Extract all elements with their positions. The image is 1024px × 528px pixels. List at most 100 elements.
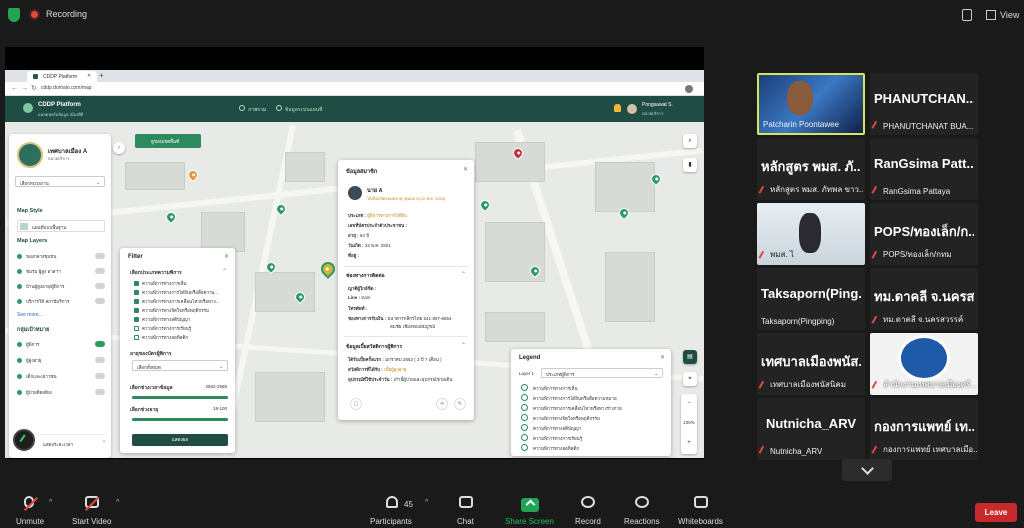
disability-checkbox[interactable]: ความพิการทางการเห็น bbox=[134, 280, 230, 288]
layer-toggle[interactable] bbox=[95, 253, 105, 259]
search-icon[interactable]: ⌕ bbox=[683, 134, 697, 148]
fullscreen-icon[interactable] bbox=[962, 9, 972, 21]
close-filter-icon[interactable]: ✕ bbox=[224, 253, 229, 260]
period-slider[interactable] bbox=[132, 396, 228, 399]
close-legend-icon[interactable]: ✕ bbox=[660, 354, 665, 361]
share-screen-icon[interactable] bbox=[521, 498, 539, 512]
layers-icon[interactable]: ▤ bbox=[683, 350, 697, 364]
user-name[interactable]: Pongsawat S. bbox=[642, 102, 673, 108]
view-button[interactable]: View bbox=[1000, 10, 1019, 20]
target-row[interactable]: ผู้ป่วยติดเตียง bbox=[17, 388, 105, 398]
participant-tile[interactable]: พมส. ไ bbox=[757, 203, 865, 265]
grid-view-icon[interactable] bbox=[986, 10, 996, 20]
user-avatar[interactable] bbox=[627, 104, 637, 114]
security-shield-icon[interactable] bbox=[8, 8, 20, 22]
layer-toggle[interactable] bbox=[95, 283, 105, 289]
disability-checkbox[interactable]: ความพิการทางสติปัญญา bbox=[134, 316, 230, 324]
leave-button[interactable]: Leave bbox=[975, 503, 1017, 522]
target-toggle[interactable] bbox=[95, 389, 105, 395]
map-marker[interactable] bbox=[477, 197, 493, 213]
target-toggle[interactable] bbox=[95, 341, 105, 347]
layer-row[interactable]: ของกลางชุมชน bbox=[17, 252, 105, 262]
chevron-up-icon[interactable]: ⌃ bbox=[222, 268, 227, 275]
participant-tile[interactable]: PHANUTCHAN... PHANUTCHANAT BUA... bbox=[870, 73, 978, 135]
unmute-button[interactable]: Unmute bbox=[14, 490, 48, 528]
url-field[interactable]: cddp.domain.com/map bbox=[41, 85, 92, 91]
nav-map-system[interactable]: ข้อมูลระบบแผนที่ bbox=[285, 106, 322, 114]
participant-tile[interactable]: ทม.ดาคลี จ.นครส... ทม.ดาคลี จ.นครสวรรค์ bbox=[870, 268, 978, 330]
layer-row[interactable]: บ้านผู้สูงอายุ/ผู้พิการ bbox=[17, 282, 105, 292]
participant-display-name: Nutnicha_ARV bbox=[765, 416, 857, 431]
close-tab-icon[interactable]: ✕ bbox=[87, 73, 91, 79]
chat-button[interactable]: Chat bbox=[452, 490, 480, 528]
browser-nav-arrows-icon[interactable]: ←→↻ bbox=[11, 84, 40, 92]
whiteboards-button[interactable]: Whiteboards bbox=[676, 490, 726, 528]
org-select[interactable]: เลือกหน่วยงาน ⌄ bbox=[15, 176, 105, 187]
layer-row[interactable]: บริการให้ สถานีบริการ bbox=[17, 297, 105, 307]
target-row[interactable]: ผู้พิการ bbox=[17, 340, 105, 350]
share-icon[interactable]: ⋖ bbox=[436, 398, 448, 410]
record-button[interactable]: Record bbox=[570, 490, 606, 528]
map-marker[interactable] bbox=[163, 209, 179, 225]
collapse-panel-button[interactable]: ‹ bbox=[113, 142, 125, 154]
participant-tile[interactable]: Nutnicha_ARV Nutnicha_ARV bbox=[757, 398, 865, 460]
card-age-select[interactable]: เลือกทั้งหมด ⌄ bbox=[132, 360, 228, 371]
target-row[interactable]: เด็กและเยาวชน bbox=[17, 372, 105, 382]
mic-muted-icon bbox=[758, 185, 769, 197]
chevron-up-icon[interactable]: ⌃ bbox=[461, 342, 466, 349]
disability-checkbox[interactable]: ความพิการทางการได้ยินหรือสื่อความ... bbox=[134, 289, 230, 297]
map-canvas[interactable]: เทศบาลเมือง A หน่วยบริการ เลือกหน่วยงาน … bbox=[5, 122, 704, 458]
browser-tab-title: CDDP Platform bbox=[43, 74, 78, 80]
edit-icon[interactable]: ✎ bbox=[454, 398, 466, 410]
browser-tab[interactable]: CDDP Platform ✕ bbox=[27, 71, 97, 82]
participant-tile[interactable]: หลักสูตร พมส. ภั... หลักสูตร พมส. ภัทพล … bbox=[757, 138, 865, 200]
disability-checkbox[interactable]: ความพิการทางการเคลื่อนไหวหรือทาง... bbox=[134, 298, 230, 306]
disability-checkbox[interactable]: ความพิการทางออทิสติก bbox=[134, 334, 230, 342]
selected-map-marker[interactable] bbox=[318, 259, 338, 279]
reactions-button[interactable]: Reactions bbox=[622, 490, 662, 528]
area-boundary-button[interactable]: ดูขอบเขตพื้นที่ bbox=[135, 134, 201, 148]
age-slider[interactable] bbox=[132, 418, 228, 421]
layer-toggle[interactable] bbox=[95, 298, 105, 304]
legend-item: ความพิการทางสติปัญญา bbox=[521, 423, 661, 433]
participant-tile[interactable]: RanGsima Patt... RanGsima Pattaya bbox=[870, 138, 978, 200]
divider bbox=[344, 336, 468, 337]
target-toggle[interactable] bbox=[95, 373, 105, 379]
target-row[interactable]: ผู้สูงอายุ bbox=[17, 356, 105, 366]
zoom-out-icon[interactable]: − bbox=[681, 394, 697, 412]
participant-tile[interactable]: Patcharin Poontawee bbox=[757, 73, 865, 135]
participant-tile[interactable]: กองการแพทย์ เท... กองการแพทย์ เทศบาลเมือ… bbox=[870, 398, 978, 460]
map-style-select[interactable]: แผนที่แบบพื้นฐาน bbox=[17, 220, 105, 232]
share-screen-button[interactable]: Share Screen bbox=[505, 517, 554, 526]
profile-icon[interactable] bbox=[685, 85, 693, 93]
disability-checkbox[interactable]: ความพิการทางการเรียนรู้ bbox=[134, 325, 230, 333]
edit-pen-icon[interactable] bbox=[13, 429, 35, 451]
apply-filter-button[interactable]: แสดงผล bbox=[132, 434, 228, 446]
notification-bell-icon[interactable] bbox=[614, 104, 621, 112]
target-toggle[interactable] bbox=[95, 357, 105, 363]
document-icon[interactable]: ▢ bbox=[350, 398, 362, 410]
participants-button[interactable]: Participants bbox=[370, 490, 416, 528]
disability-checkbox[interactable]: ความพิการทางจิตใจหรือพฤติกรรม bbox=[134, 307, 230, 315]
close-info-icon[interactable]: ✕ bbox=[463, 166, 468, 173]
zoom-in-icon[interactable]: + bbox=[681, 434, 697, 452]
elderly-icon bbox=[17, 358, 22, 363]
legend-layer-select[interactable]: ประเภทผู้พิการ ⌄ bbox=[541, 368, 663, 378]
start-video-button[interactable]: Start Video bbox=[70, 490, 114, 528]
new-tab-icon[interactable]: + bbox=[99, 71, 104, 80]
chevron-up-icon[interactable]: ⌃ bbox=[461, 271, 466, 278]
locate-icon[interactable]: ⌖ bbox=[683, 372, 697, 386]
field-key: อายุ : bbox=[348, 233, 359, 238]
participant-tile[interactable]: POPS/ทองเล็ก/ก... POPS/ทองเล็ก/กทม bbox=[870, 203, 978, 265]
layer-toggle[interactable] bbox=[95, 268, 105, 274]
participant-tile[interactable]: Taksaporn(Ping... Taksaporn(Pingping) bbox=[757, 268, 865, 330]
see-more-link[interactable]: See more... bbox=[17, 312, 43, 318]
chart-icon[interactable]: ▮ bbox=[683, 158, 697, 172]
nav-overview[interactable]: ภาพรวม bbox=[248, 106, 266, 114]
chevron-down-icon: ⌄ bbox=[96, 180, 100, 185]
layer-row[interactable]: ชมรม ผู้สูง อาสาฯ bbox=[17, 267, 105, 277]
gallery-next-page-button[interactable] bbox=[842, 459, 892, 481]
map-marker[interactable] bbox=[185, 167, 201, 183]
participant-tile[interactable]: สำนักงานเทศบาลเมืองศรี... bbox=[870, 333, 978, 395]
participant-tile[interactable]: เทศบาลเมืองพนัส... เทศบาลเมืองพนัสนิคม bbox=[757, 333, 865, 395]
